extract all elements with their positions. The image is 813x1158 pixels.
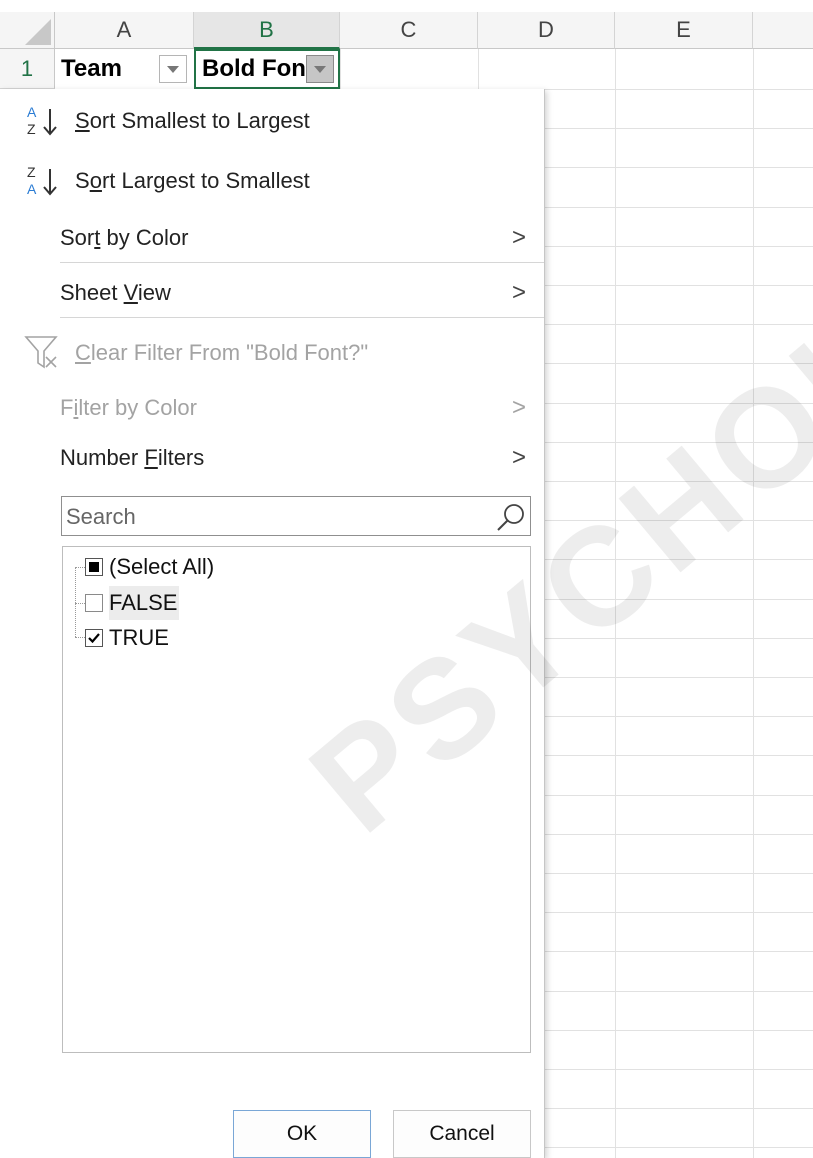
sheet-view-item[interactable]: Sheet View > — [0, 271, 544, 315]
chevron-right-icon: > — [511, 224, 526, 251]
sort-ascending-item[interactable]: A Z Sort Smallest to Largest — [0, 99, 544, 143]
svg-text:Z: Z — [27, 121, 36, 137]
search-input[interactable] — [64, 498, 493, 536]
list-item-false[interactable]: FALSE — [109, 586, 180, 620]
number-filters-item[interactable]: Number Filters > — [0, 436, 544, 480]
sort-descending-icon: Z A — [27, 164, 57, 197]
ok-button[interactable]: OK — [233, 1110, 371, 1158]
menu-separator — [60, 262, 544, 263]
chevron-down-icon — [167, 65, 179, 73]
clear-filter-item: Clear Filter From "Bold Font?" — [0, 331, 544, 375]
search-icon[interactable] — [495, 501, 527, 533]
column-header-e[interactable]: E — [615, 12, 753, 49]
filter-by-color-item: Filter by Color > — [0, 386, 544, 430]
clear-filter-label: Clear Filter From "Bold Font?" — [75, 340, 369, 365]
column-header-c[interactable]: C — [340, 12, 478, 49]
filter-dropdown-button-a[interactable] — [159, 55, 187, 83]
checkmark-icon — [88, 633, 100, 644]
select-all-checkbox[interactable] — [85, 558, 103, 576]
filter-value-list: (Select All) FALSE TRUE — [62, 546, 531, 1053]
row-header-1[interactable]: 1 — [0, 49, 55, 89]
sort-ascending-label: Sort Smallest to Largest — [75, 108, 310, 133]
column-header-b[interactable]: B — [194, 12, 340, 49]
filter-dropdown-button-b[interactable] — [306, 55, 334, 83]
tree-line — [75, 567, 76, 637]
true-checkbox[interactable] — [85, 629, 103, 647]
sort-ascending-icon: A Z — [27, 104, 57, 137]
autofilter-menu: A Z Sort Smallest to Largest Z A Sort La… — [0, 89, 545, 1158]
filter-by-color-label: Filter by Color — [60, 395, 197, 420]
chevron-right-icon: > — [511, 279, 526, 306]
chevron-down-icon — [314, 65, 326, 73]
svg-text:Z: Z — [27, 164, 36, 180]
sort-descending-item[interactable]: Z A Sort Largest to Smallest — [0, 159, 544, 203]
sheet-view-label: Sheet View — [60, 280, 171, 305]
number-filters-label: Number Filters — [60, 445, 205, 470]
false-checkbox[interactable] — [85, 594, 103, 612]
list-item-true[interactable]: TRUE — [109, 621, 169, 655]
column-header-d[interactable]: D — [478, 12, 615, 49]
svg-text:A: A — [27, 181, 37, 197]
clear-filter-icon — [24, 336, 58, 369]
list-item-select-all[interactable]: (Select All) — [109, 550, 214, 584]
svg-text:A: A — [27, 104, 37, 120]
sort-descending-label: Sort Largest to Smallest — [75, 168, 310, 193]
search-box — [61, 496, 531, 536]
sort-by-color-label: Sort by Color — [60, 225, 189, 250]
sort-by-color-item[interactable]: Sort by Color > — [0, 216, 544, 260]
column-header-a[interactable]: A — [55, 12, 194, 49]
chevron-right-icon: > — [511, 444, 526, 471]
cancel-button[interactable]: Cancel — [393, 1110, 531, 1158]
select-all-corner[interactable] — [0, 12, 55, 49]
chevron-right-icon: > — [511, 394, 526, 421]
menu-separator — [60, 317, 544, 318]
column-header-f-partial[interactable] — [753, 12, 813, 49]
